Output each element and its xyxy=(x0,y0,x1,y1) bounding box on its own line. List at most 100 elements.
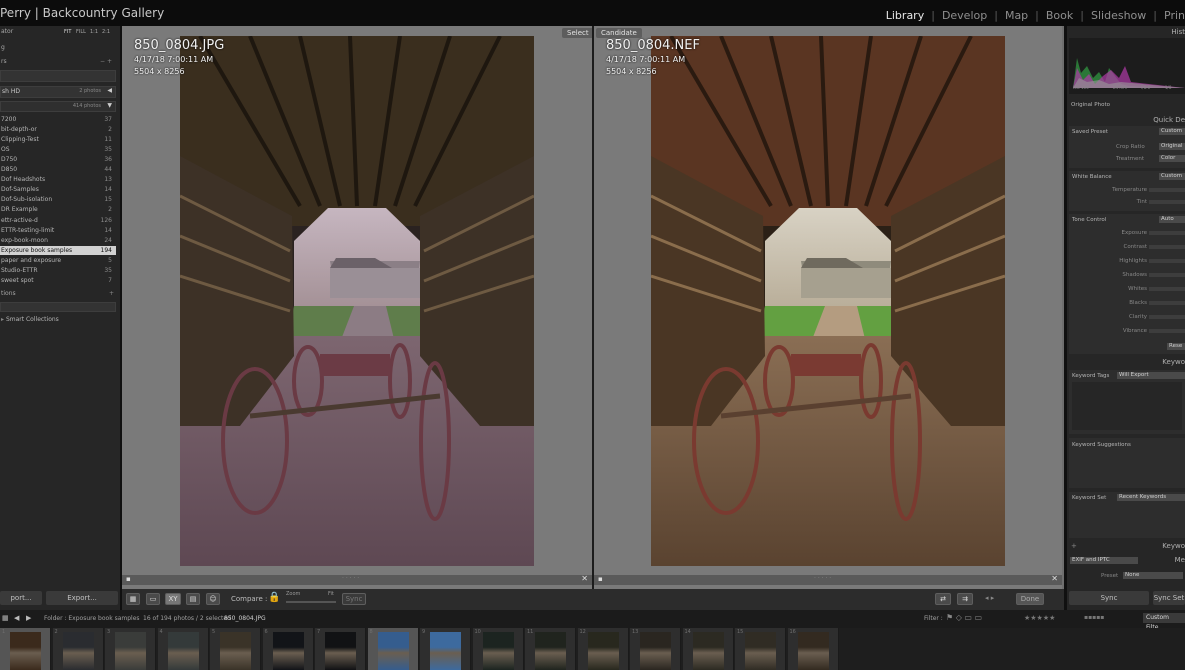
filmstrip-thumb[interactable]: 13 xyxy=(630,628,681,670)
sync-metadata-button[interactable]: Sync xyxy=(1069,591,1149,605)
folders-header[interactable]: rs − + xyxy=(0,56,120,68)
module-print[interactable]: Prin xyxy=(1157,9,1185,22)
navigator-header[interactable]: ator FIT FILL 1:1 2:1 xyxy=(0,26,120,38)
folder-row[interactable]: D750 36 xyxy=(0,155,116,164)
metadata-header[interactable]: Me xyxy=(1175,556,1185,564)
slider-buttons[interactable] xyxy=(1149,301,1185,305)
filmstrip-thumb[interactable]: 8 xyxy=(367,628,419,670)
export-button[interactable]: Export... xyxy=(46,591,118,605)
rating-stars[interactable]: · · · · · xyxy=(342,575,359,582)
candidate-photo[interactable] xyxy=(651,36,1005,566)
filmstrip-thumb[interactable]: 15 xyxy=(735,628,786,670)
module-slideshow[interactable]: Slideshow xyxy=(1084,9,1153,22)
star-filter-icon[interactable]: ★★★★★ xyxy=(1024,614,1055,622)
folder-row[interactable]: OS 35 xyxy=(0,145,116,154)
slider-buttons[interactable] xyxy=(1149,231,1185,235)
filmstrip-thumb[interactable]: 1 xyxy=(0,628,51,670)
collection-filter-field[interactable] xyxy=(0,302,116,312)
filmstrip-thumb[interactable]: 11 xyxy=(525,628,576,670)
white-balance-select[interactable]: Custom xyxy=(1159,173,1185,180)
sync-settings-button[interactable]: Sync Set xyxy=(1153,591,1185,605)
lock-icon[interactable]: 🔒 xyxy=(268,592,280,603)
folder-header-row[interactable]: 414 photos ▼ xyxy=(0,101,116,112)
import-button[interactable]: port... xyxy=(0,591,42,605)
slider-buttons[interactable] xyxy=(1149,315,1185,319)
folder-row[interactable]: DR Example 2 xyxy=(0,205,116,214)
module-develop[interactable]: Develop xyxy=(935,9,994,22)
keyword-entry-field[interactable] xyxy=(1072,382,1182,430)
add-keyword-icon[interactable]: + xyxy=(1071,542,1077,550)
metadata-view-select[interactable]: EXIF and IPTC xyxy=(1070,557,1138,564)
close-icon[interactable]: ✕ xyxy=(581,574,588,583)
folder-row[interactable]: ettr-active-d 126 xyxy=(0,216,116,225)
slider-buttons[interactable] xyxy=(1149,200,1185,204)
done-button[interactable]: Done xyxy=(1016,593,1044,605)
flag-filter-icon[interactable]: ⚑ ◇ ▭ ▭ xyxy=(946,613,982,622)
filmstrip-thumb[interactable]: 16 xyxy=(787,628,839,670)
slider-buttons[interactable] xyxy=(1149,245,1185,249)
custom-filter-select[interactable]: Custom Filte xyxy=(1143,613,1185,631)
slider-buttons[interactable] xyxy=(1149,188,1185,192)
saved-preset-select[interactable]: Custom xyxy=(1159,128,1185,135)
keyword-set-select[interactable]: Recent Keywords xyxy=(1117,494,1185,501)
forward-arrow-icon[interactable]: ▶ xyxy=(26,614,31,622)
select-photo[interactable] xyxy=(180,36,534,566)
filmstrip-thumb[interactable]: 3 xyxy=(105,628,156,670)
swap-icon[interactable]: ⇄ xyxy=(935,593,951,605)
back-arrow-icon[interactable]: ◀ xyxy=(14,614,19,622)
select-rating-bar[interactable]: ▪ · · · · · ✕ xyxy=(122,574,592,585)
candidate-pane[interactable]: 850_0804.NEF 4/17/18 7:00:11 AM 5504 x 8… xyxy=(594,26,1062,601)
folder-search-field[interactable] xyxy=(0,70,116,82)
folder-row[interactable]: Exposure book samples 194 xyxy=(0,245,116,255)
smart-collections-row[interactable]: ▸ Smart Collections xyxy=(0,315,116,324)
treatment-select[interactable]: Color xyxy=(1159,155,1185,162)
filmstrip-thumb[interactable]: 5 xyxy=(210,628,261,670)
select-pane[interactable]: 850_0804.JPG 4/17/18 7:00:11 AM 5504 x 8… xyxy=(122,26,594,601)
zoom-mode-fit[interactable]: FIT xyxy=(64,26,71,38)
auto-tone-button[interactable]: Auto xyxy=(1159,216,1185,223)
sync-button[interactable]: Sync xyxy=(342,593,366,605)
quick-develop-header[interactable]: Quick De xyxy=(1153,116,1185,124)
flag-icon[interactable]: ▪ xyxy=(598,575,603,583)
loupe-view-icon[interactable]: ▭ xyxy=(146,593,160,605)
folder-row[interactable]: exp-book-moon 24 xyxy=(0,236,116,245)
filmstrip-thumb[interactable]: 12 xyxy=(577,628,629,670)
add-collection-icon[interactable]: + xyxy=(109,288,114,300)
original-photo-checkbox[interactable]: Original Photo xyxy=(1071,102,1110,108)
module-book[interactable]: Book xyxy=(1039,9,1080,22)
filmstrip-thumb[interactable]: 10 xyxy=(472,628,524,670)
catalog-header[interactable]: g xyxy=(0,42,120,54)
nav-arrows-icon[interactable]: ◂ ▸ xyxy=(985,594,994,602)
folder-row[interactable]: bit-depth-or 2 xyxy=(0,125,116,134)
slider-buttons[interactable] xyxy=(1149,329,1185,333)
slider-buttons[interactable] xyxy=(1149,287,1185,291)
folder-row[interactable]: Clipping-Test 11 xyxy=(0,135,116,144)
module-map[interactable]: Map xyxy=(998,9,1035,22)
keyword-list-header[interactable]: Keywo xyxy=(1162,542,1185,550)
filmstrip-thumb[interactable]: 9 xyxy=(420,628,471,670)
histogram-header[interactable]: Hist xyxy=(1171,28,1185,36)
volume-row[interactable]: sh HD 2 photos ◀ xyxy=(0,86,116,98)
zoom-mode-1-1[interactable]: 1:1 xyxy=(90,26,98,38)
keyword-tags-select[interactable]: Will Export xyxy=(1117,372,1185,379)
collections-header[interactable]: tions + xyxy=(0,288,120,300)
folder-row[interactable]: paper and exposure 5 xyxy=(0,256,116,265)
module-library[interactable]: Library xyxy=(879,9,931,22)
folders-minus-icon[interactable]: − + xyxy=(100,56,112,68)
triangle-down-icon[interactable]: ▼ xyxy=(107,102,112,109)
folder-row[interactable]: D850 44 xyxy=(0,165,116,174)
folder-row[interactable]: Studio-ETTR 35 xyxy=(0,266,116,275)
close-icon[interactable]: ✕ xyxy=(1051,574,1058,583)
source-path[interactable]: Folder : Exposure book samples xyxy=(44,615,140,622)
folder-row[interactable]: 7200 37 xyxy=(0,115,116,124)
metadata-preset-select[interactable]: None xyxy=(1123,572,1183,579)
filmstrip-thumb[interactable]: 4 xyxy=(157,628,209,670)
zoom-mode-2-1[interactable]: 2:1 xyxy=(102,26,110,38)
grid-view-icon[interactable]: ▦ xyxy=(126,593,140,605)
folder-row[interactable]: ETTR-testing-limit 14 xyxy=(0,226,116,235)
current-file[interactable]: 850_0804.JPG xyxy=(224,615,266,622)
triangle-left-icon[interactable]: ◀ xyxy=(107,87,112,94)
folder-row[interactable]: Dof-Sub-isolation 15 xyxy=(0,195,116,204)
grid-icon[interactable]: ▦ xyxy=(2,614,9,622)
zoom-slider[interactable] xyxy=(286,601,336,603)
